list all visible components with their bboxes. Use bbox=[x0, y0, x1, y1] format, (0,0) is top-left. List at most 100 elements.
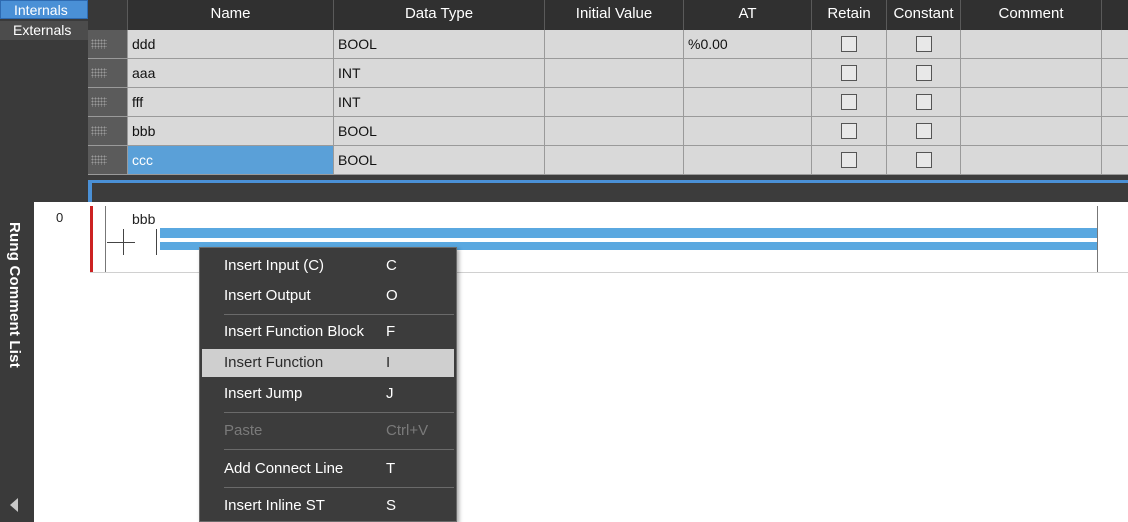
rung-comment-list-label: Rung Comment List bbox=[6, 222, 23, 368]
row-grip[interactable] bbox=[88, 117, 128, 145]
cell-extra bbox=[1102, 30, 1128, 58]
cell-at[interactable] bbox=[684, 117, 812, 145]
cell-at[interactable] bbox=[684, 146, 812, 174]
constant-checkbox[interactable] bbox=[915, 94, 932, 110]
contact-variable-label[interactable]: bbb bbox=[132, 211, 155, 227]
cell-extra bbox=[1102, 88, 1128, 116]
cell-comment[interactable] bbox=[961, 30, 1102, 58]
cell-extra bbox=[1102, 117, 1128, 145]
cell-data-type[interactable]: INT bbox=[334, 59, 545, 87]
cell-at[interactable] bbox=[684, 88, 812, 116]
cell-name[interactable]: ddd bbox=[128, 30, 334, 58]
table-row[interactable]: aaa INT bbox=[88, 59, 1128, 88]
cell-name[interactable]: fff bbox=[128, 88, 334, 116]
retain-checkbox[interactable] bbox=[841, 94, 857, 110]
cell-initial-value[interactable] bbox=[545, 117, 684, 145]
cell-comment[interactable] bbox=[961, 146, 1102, 174]
selected-connection-line[interactable] bbox=[160, 228, 1097, 238]
menu-item-shortcut: F bbox=[386, 323, 396, 340]
cell-comment[interactable] bbox=[961, 59, 1102, 87]
cell-comment[interactable] bbox=[961, 117, 1102, 145]
menu-item-shortcut: O bbox=[386, 287, 398, 304]
constant-checkbox[interactable] bbox=[915, 123, 932, 139]
cell-name[interactable]: bbb bbox=[128, 117, 334, 145]
row-grip[interactable] bbox=[88, 30, 128, 58]
grid-header: Name Data Type Initial Value AT Retain C… bbox=[88, 0, 1128, 30]
variable-table-panel: Internals Externals Name Data Type Initi… bbox=[0, 0, 1128, 202]
row-grip[interactable] bbox=[88, 146, 128, 174]
cell-extra bbox=[1102, 59, 1128, 87]
column-header-data-type[interactable]: Data Type bbox=[334, 0, 545, 30]
row-grip[interactable] bbox=[88, 59, 128, 87]
menu-separator bbox=[224, 487, 454, 488]
menu-item-insert-jump[interactable]: Insert Jump J bbox=[202, 380, 454, 408]
contact-left-bar[interactable] bbox=[123, 229, 124, 255]
column-header-comment[interactable]: Comment bbox=[961, 0, 1102, 30]
cell-constant bbox=[887, 117, 961, 145]
column-header-initial-value[interactable]: Initial Value bbox=[545, 0, 684, 30]
cell-retain bbox=[812, 88, 887, 116]
menu-item-shortcut: T bbox=[386, 460, 396, 477]
menu-separator bbox=[224, 449, 454, 450]
cell-data-type[interactable]: BOOL bbox=[334, 117, 545, 145]
menu-item-paste: Paste Ctrl+V bbox=[202, 417, 454, 445]
rung-start-line bbox=[105, 206, 106, 272]
column-header-at[interactable]: AT bbox=[684, 0, 812, 30]
retain-checkbox[interactable] bbox=[841, 123, 857, 139]
retain-checkbox[interactable] bbox=[841, 65, 857, 81]
menu-item-shortcut: J bbox=[386, 385, 394, 402]
column-header-name[interactable]: Name bbox=[128, 0, 334, 30]
menu-item-label: Add Connect Line bbox=[224, 460, 344, 477]
rung-comment-list-tab[interactable]: Rung Comment List bbox=[0, 202, 34, 522]
menu-item-label: Insert Function Block bbox=[224, 323, 365, 340]
retain-checkbox[interactable] bbox=[841, 152, 857, 168]
tab-internals-label: Internals bbox=[14, 2, 68, 18]
menu-item-add-connect-line[interactable]: Add Connect Line T bbox=[202, 455, 454, 483]
variable-grid: Name Data Type Initial Value AT Retain C… bbox=[88, 0, 1128, 202]
tab-externals[interactable]: Externals bbox=[0, 21, 88, 40]
table-row[interactable]: fff INT bbox=[88, 88, 1128, 117]
menu-item-insert-inline-st[interactable]: Insert Inline ST S bbox=[202, 492, 454, 520]
menu-item-insert-function-block[interactable]: Insert Function Block F bbox=[202, 318, 454, 346]
cell-initial-value[interactable] bbox=[545, 146, 684, 174]
grid-new-row-area[interactable] bbox=[88, 180, 1128, 202]
variable-scope-tabs: Internals Externals bbox=[0, 0, 88, 202]
table-row[interactable]: ddd BOOL %0.00 bbox=[88, 30, 1128, 59]
cell-comment[interactable] bbox=[961, 88, 1102, 116]
constant-checkbox[interactable] bbox=[915, 152, 932, 168]
table-row[interactable]: ccc BOOL bbox=[88, 146, 1128, 175]
constant-checkbox[interactable] bbox=[915, 65, 932, 81]
cell-name[interactable]: aaa bbox=[128, 59, 334, 87]
grid-corner bbox=[88, 0, 128, 30]
cell-data-type[interactable]: INT bbox=[334, 88, 545, 116]
menu-item-insert-output[interactable]: Insert Output O bbox=[202, 282, 454, 310]
cell-initial-value[interactable] bbox=[545, 59, 684, 87]
retain-checkbox[interactable] bbox=[841, 36, 857, 52]
grid-body: ddd BOOL %0.00 aaa INT fff INT bbb BOOL … bbox=[88, 30, 1128, 175]
cell-initial-value[interactable] bbox=[545, 30, 684, 58]
context-menu: Insert Input (C) C Insert Output O Inser… bbox=[199, 247, 457, 522]
contact-right-bar[interactable] bbox=[156, 229, 157, 255]
menu-separator bbox=[224, 412, 454, 413]
rung-number: 0 bbox=[56, 210, 64, 225]
menu-item-shortcut: Ctrl+V bbox=[386, 422, 429, 439]
cell-constant bbox=[887, 30, 961, 58]
table-row[interactable]: bbb BOOL bbox=[88, 117, 1128, 146]
cell-at[interactable] bbox=[684, 59, 812, 87]
column-header-retain[interactable]: Retain bbox=[812, 0, 887, 30]
cell-initial-value[interactable] bbox=[545, 88, 684, 116]
column-header-constant[interactable]: Constant bbox=[887, 0, 961, 30]
tab-internals[interactable]: Internals bbox=[0, 0, 88, 19]
row-grip[interactable] bbox=[88, 88, 128, 116]
grid-focus-indicator bbox=[88, 180, 92, 202]
left-power-rail bbox=[90, 206, 93, 272]
menu-item-insert-input[interactable]: Insert Input (C) C bbox=[202, 252, 454, 280]
cell-data-type[interactable]: BOOL bbox=[334, 146, 545, 174]
menu-item-label: Insert Function bbox=[224, 354, 324, 371]
cell-at[interactable]: %0.00 bbox=[684, 30, 812, 58]
cell-data-type[interactable]: BOOL bbox=[334, 30, 545, 58]
menu-item-insert-function[interactable]: Insert Function I bbox=[202, 349, 454, 377]
collapse-arrow-icon[interactable] bbox=[10, 498, 18, 512]
constant-checkbox[interactable] bbox=[915, 36, 932, 52]
cell-name-selected[interactable]: ccc bbox=[128, 146, 334, 174]
